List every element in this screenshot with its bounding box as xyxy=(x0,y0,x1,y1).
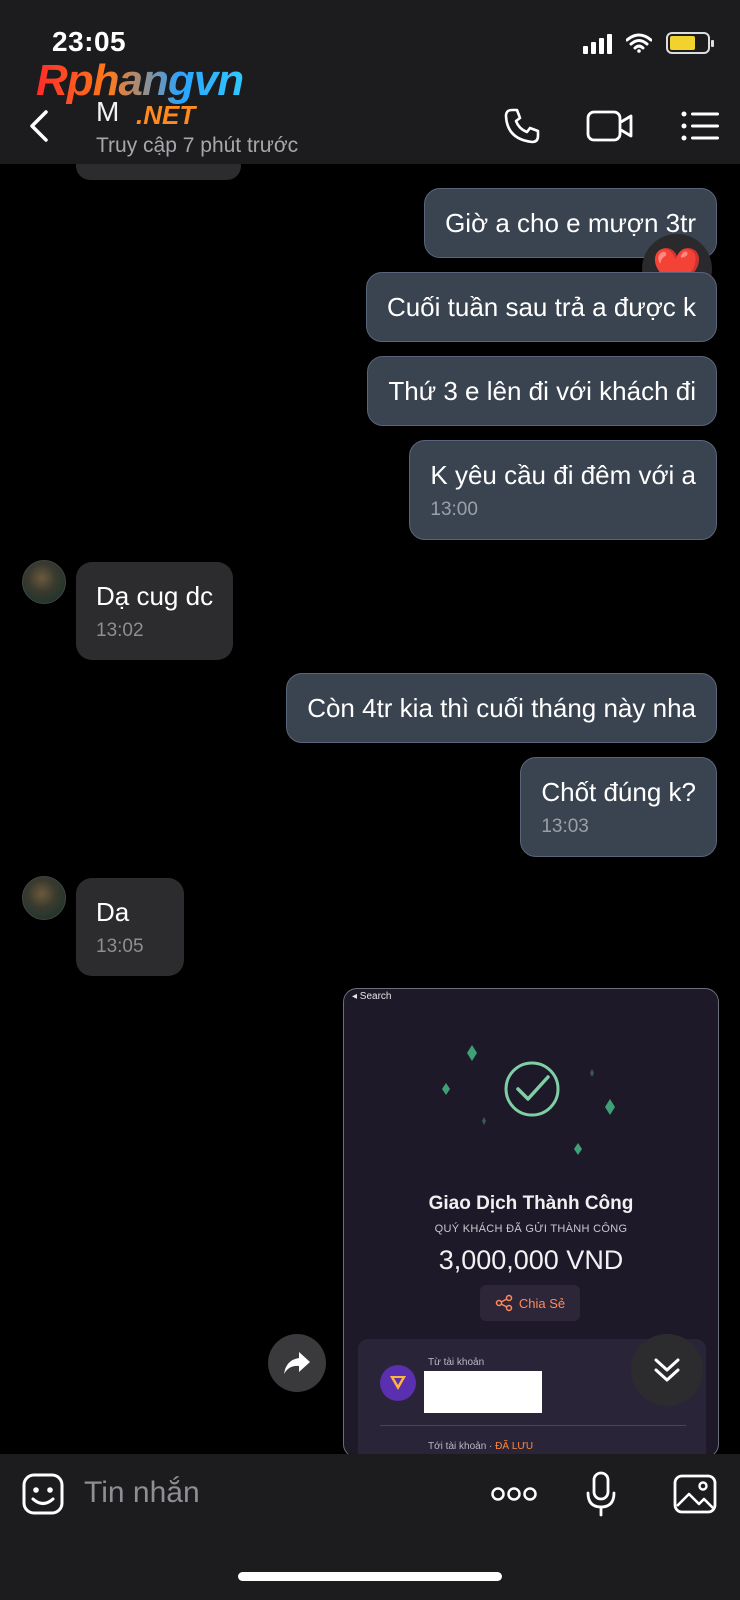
scroll-to-bottom-button[interactable] xyxy=(631,1334,703,1406)
contact-avatar[interactable] xyxy=(22,560,66,604)
voice-message-button[interactable] xyxy=(584,1470,618,1518)
share-icon xyxy=(495,1294,513,1312)
status-time: 23:05 xyxy=(52,26,127,57)
forward-arrow-icon xyxy=(284,1352,310,1374)
message-text: Cuối tuần sau trả a được k xyxy=(386,292,696,322)
bank-logo-icon xyxy=(380,1365,416,1401)
message-text: Da xyxy=(96,897,130,927)
phone-icon xyxy=(504,108,540,144)
receipt-to-text: Tới tài khoản xyxy=(428,1441,487,1452)
watermark-logo: Rphangvn xyxy=(36,56,244,105)
message-bubble-outgoing[interactable]: Thứ 3 e lên đi với khách đi xyxy=(367,356,717,426)
message-time: 13:05 xyxy=(96,936,144,957)
message-composer: Tin nhắn xyxy=(0,1454,740,1600)
sticker-button[interactable] xyxy=(20,1470,66,1518)
message-bubble-incoming[interactable]: Da 13:05 xyxy=(76,878,184,976)
redacted-account-box xyxy=(424,1371,542,1413)
receipt-from-label: Từ tài khoản xyxy=(428,1357,485,1368)
contact-avatar[interactable] xyxy=(22,876,66,920)
sticker-smiley-icon xyxy=(22,1473,64,1515)
contact-last-seen: Truy cập 7 phút trước xyxy=(96,134,299,157)
photo-picker-button[interactable] xyxy=(672,1470,718,1518)
receipt-divider xyxy=(380,1425,686,1426)
list-menu-icon xyxy=(681,111,719,141)
receipt-share-button: Chia Sẻ xyxy=(480,1285,580,1321)
cellular-signal-icon xyxy=(583,32,612,54)
message-bubble-outgoing[interactable]: Còn 4tr kia thì cuối tháng này nha xyxy=(286,673,717,743)
receipt-title: Giao Dịch Thành Công xyxy=(428,1193,634,1214)
message-bubble-outgoing[interactable]: Cuối tuần sau trả a được k xyxy=(365,272,717,342)
message-bubble-incoming[interactable]: Dạ cug dc 13:02 xyxy=(76,562,234,660)
clipped-message-bubble xyxy=(76,164,241,180)
message-time: 13:00 xyxy=(430,499,478,520)
message-text: Dạ cug dc xyxy=(96,581,214,611)
receipt-search-back: ◂ Search xyxy=(352,991,392,1002)
forward-button[interactable] xyxy=(268,1334,326,1392)
message-bubble-outgoing[interactable]: K yêu cầu đi đêm với a 13:00 xyxy=(409,440,717,540)
microphone-icon xyxy=(586,1471,616,1517)
message-time: 13:02 xyxy=(96,620,144,641)
chat-header: 23:05 Rphangvn .NET M Truy cập 7 phút tr… xyxy=(0,0,740,164)
message-time: 13:03 xyxy=(541,816,589,837)
message-text: K yêu cầu đi đêm với a xyxy=(430,460,696,490)
receipt-saved-badge: ĐÃ LƯU xyxy=(495,1441,534,1452)
receipt-share-label: Chia Sẻ xyxy=(518,1295,566,1311)
home-indicator[interactable] xyxy=(238,1572,502,1581)
more-options-button[interactable] xyxy=(490,1470,538,1518)
message-text: Giờ a cho e mượn 3tr xyxy=(445,208,696,238)
menu-button[interactable] xyxy=(680,104,720,148)
wifi-icon xyxy=(626,33,652,53)
receipt-to-label: Tới tài khoản · ĐÃ LƯU xyxy=(428,1441,534,1452)
back-button[interactable] xyxy=(24,104,56,148)
contact-name[interactable]: M xyxy=(96,96,119,128)
image-gallery-icon xyxy=(673,1474,717,1514)
receipt-subtitle: QUÝ KHÁCH ĐÃ GỬI THÀNH CÔNG xyxy=(434,1223,628,1235)
message-bubble-outgoing[interactable]: Chốt đúng k? 13:03 xyxy=(520,757,717,857)
more-dots-icon xyxy=(491,1487,537,1501)
voice-call-button[interactable] xyxy=(500,104,544,148)
message-text: Còn 4tr kia thì cuối tháng này nha xyxy=(307,693,696,723)
message-input[interactable]: Tin nhắn xyxy=(84,1476,200,1510)
receipt-amount: 3,000,000 VND xyxy=(438,1245,624,1275)
video-call-button[interactable] xyxy=(586,104,634,148)
chevron-left-icon xyxy=(30,110,48,142)
message-text: Thứ 3 e lên đi với khách đi xyxy=(388,376,696,406)
watermark-suffix: .NET xyxy=(136,100,196,130)
double-chevron-down-icon xyxy=(654,1358,680,1382)
video-camera-icon xyxy=(586,110,633,142)
success-checkmark-icon xyxy=(442,1045,615,1155)
message-text: Chốt đúng k? xyxy=(541,777,696,807)
battery-icon xyxy=(666,32,714,54)
status-icons xyxy=(583,32,714,54)
